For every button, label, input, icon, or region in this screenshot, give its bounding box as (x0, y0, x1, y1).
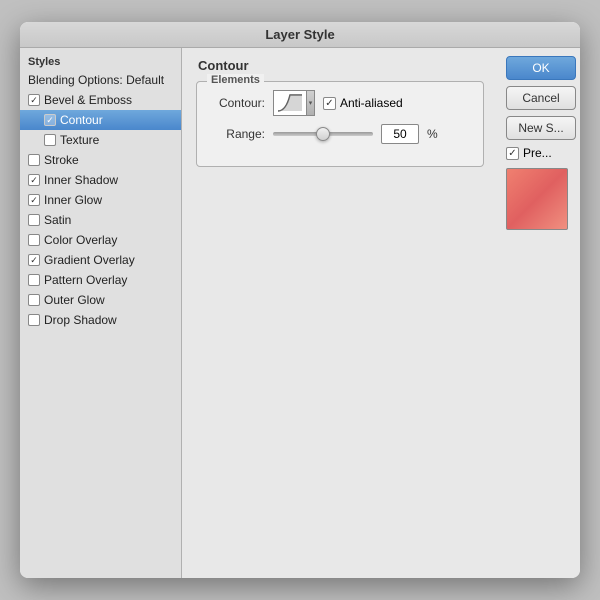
satin-checkbox[interactable] (28, 214, 40, 226)
range-slider-thumb[interactable] (316, 127, 330, 141)
preview-swatch (506, 168, 568, 230)
sidebar-item-inner-shadow[interactable]: Inner Shadow (20, 170, 181, 190)
sidebar-item-blending-options[interactable]: Blending Options: Default (20, 70, 181, 90)
main-content-area: Contour Elements Contour: (182, 48, 580, 578)
preview-checkbox[interactable] (506, 147, 519, 160)
drop-shadow-label: Drop Shadow (44, 313, 117, 327)
title-bar: Layer Style (20, 22, 580, 48)
elements-legend: Elements (207, 74, 264, 86)
inner-glow-label: Inner Glow (44, 193, 102, 207)
sidebar-item-satin[interactable]: Satin (20, 210, 181, 230)
percent-sign: % (427, 127, 438, 141)
stroke-label: Stroke (44, 153, 79, 167)
satin-label: Satin (44, 213, 71, 227)
preview-label: Pre... (523, 146, 552, 160)
ok-button[interactable]: OK (506, 56, 576, 80)
sidebar-item-color-overlay[interactable]: Color Overlay (20, 230, 181, 250)
color-overlay-label: Color Overlay (44, 233, 117, 247)
anti-aliased-text: Anti-aliased (340, 96, 403, 110)
sidebar-item-pattern-overlay[interactable]: Pattern Overlay (20, 270, 181, 290)
pattern-overlay-label: Pattern Overlay (44, 273, 127, 287)
texture-label: Texture (60, 133, 99, 147)
range-value-input[interactable] (381, 124, 419, 144)
inner-shadow-checkbox[interactable] (28, 174, 40, 186)
contour-svg (276, 93, 304, 113)
sidebar-item-stroke[interactable]: Stroke (20, 150, 181, 170)
sidebar-item-gradient-overlay[interactable]: Gradient Overlay (20, 250, 181, 270)
outer-glow-checkbox[interactable] (28, 294, 40, 306)
inner-glow-checkbox[interactable] (28, 194, 40, 206)
preview-row: Pre... (506, 146, 572, 160)
contour-thumbnail[interactable] (273, 90, 307, 116)
anti-aliased-label[interactable]: Anti-aliased (323, 96, 403, 110)
cancel-button[interactable]: Cancel (506, 86, 576, 110)
gradient-overlay-checkbox[interactable] (28, 254, 40, 266)
sidebar-item-drop-shadow[interactable]: Drop Shadow (20, 310, 181, 330)
left-panel: Styles Blending Options: Default Bevel &… (20, 48, 182, 578)
range-slider[interactable] (273, 132, 373, 136)
layer-style-dialog: Layer Style Styles Blending Options: Def… (20, 22, 580, 578)
sidebar-item-inner-glow[interactable]: Inner Glow (20, 190, 181, 210)
range-row: Range: % (209, 124, 471, 144)
gradient-overlay-label: Gradient Overlay (44, 253, 135, 267)
contour-row: Contour: ▾ (209, 90, 471, 116)
bevel-emboss-checkbox[interactable] (28, 94, 40, 106)
styles-header: Styles (20, 52, 181, 70)
anti-aliased-checkbox[interactable] (323, 97, 336, 110)
contour-checkbox[interactable] (44, 114, 56, 126)
inner-shadow-label: Inner Shadow (44, 173, 118, 187)
color-overlay-checkbox[interactable] (28, 234, 40, 246)
blending-options-label: Blending Options: Default (28, 73, 164, 87)
sidebar-item-texture[interactable]: Texture (20, 130, 181, 150)
sidebar-item-bevel-emboss[interactable]: Bevel & Emboss (20, 90, 181, 110)
new-style-button[interactable]: New S... (506, 116, 576, 140)
contour-label: Contour (60, 113, 103, 127)
main-panel: Contour Elements Contour: (182, 48, 498, 578)
texture-checkbox[interactable] (44, 134, 56, 146)
dialog-body: Styles Blending Options: Default Bevel &… (20, 48, 580, 578)
outer-glow-label: Outer Glow (44, 293, 105, 307)
pattern-overlay-checkbox[interactable] (28, 274, 40, 286)
stroke-checkbox[interactable] (28, 154, 40, 166)
sidebar-item-outer-glow[interactable]: Outer Glow (20, 290, 181, 310)
range-label: Range: (209, 127, 265, 141)
dialog-title: Layer Style (265, 27, 334, 42)
contour-dropdown-arrow[interactable]: ▾ (307, 90, 315, 116)
right-panel: OK Cancel New S... Pre... (498, 48, 580, 578)
drop-shadow-checkbox[interactable] (28, 314, 40, 326)
contour-field-label: Contour: (209, 96, 265, 110)
section-outer-label: Contour (196, 58, 484, 73)
elements-section: Elements Contour: (196, 81, 484, 167)
sidebar-item-contour[interactable]: Contour (20, 110, 181, 130)
bevel-emboss-label: Bevel & Emboss (44, 93, 132, 107)
